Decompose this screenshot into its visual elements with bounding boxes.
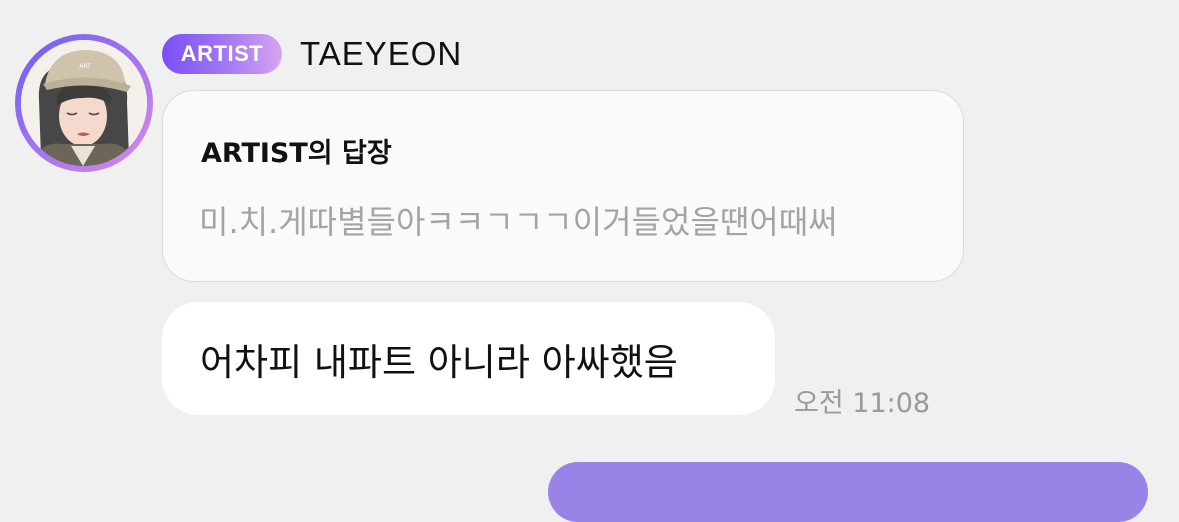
outgoing-message-bubble[interactable] [548, 462, 1148, 522]
artist-badge: ARTIST [162, 34, 282, 74]
profile-photo-icon: ART [21, 40, 147, 166]
artist-name: TAEYEON [300, 35, 463, 72]
reply-quoted-text: 미.치.게따별들아ㅋㅋㄱㄱㄱ이거들었을땐어때써 [199, 203, 838, 241]
avatar[interactable]: ART [15, 34, 153, 172]
message-bubble[interactable]: 어차피 내파트 아니라 아싸했음 [162, 302, 775, 415]
reply-title: ARTIST의 답장 [201, 138, 392, 169]
message-text: 어차피 내파트 아니라 아싸했음 [200, 340, 678, 384]
message-timestamp: 오전 11:08 [794, 388, 931, 419]
reply-preview-card[interactable]: ARTIST의 답장 미.치.게따별들아ㅋㅋㄱㄱㄱ이거들었을땐어때써 [162, 90, 964, 282]
svg-text:ART: ART [79, 63, 91, 70]
